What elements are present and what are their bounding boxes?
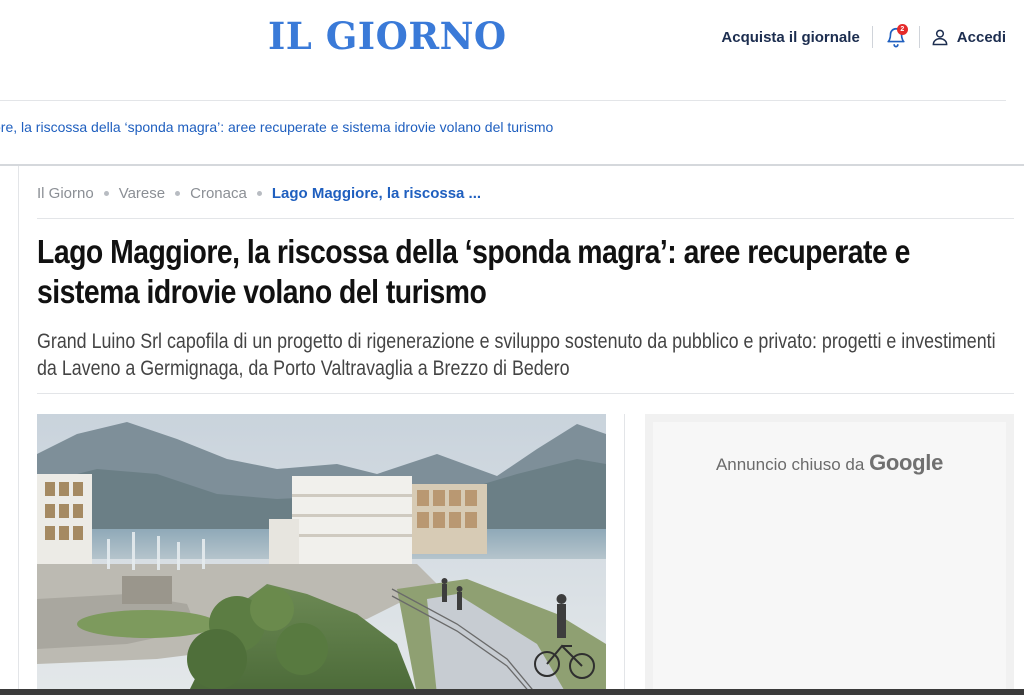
- ticker-divider: [0, 164, 1024, 166]
- notification-badge: 2: [896, 24, 908, 35]
- header-divider: [871, 26, 873, 48]
- breadcrumb-separator: [175, 191, 181, 196]
- breadcrumb-separator: [256, 191, 262, 196]
- article-hero-image[interactable]: [37, 414, 606, 695]
- breadcrumb: Il Giorno Varese Cronaca Lago Maggiore, …: [37, 185, 481, 202]
- bottom-bar: [0, 689, 1024, 695]
- login-label: Accedi: [956, 28, 1006, 46]
- google-logo: Google: [869, 450, 944, 475]
- notifications-button[interactable]: 2: [881, 22, 911, 52]
- article-summary: Grand Luino Srl capofila di un progetto …: [37, 330, 996, 380]
- header-divider: [918, 26, 920, 48]
- lake-rendering-illustration: [37, 414, 606, 695]
- left-rail-line: [18, 166, 19, 695]
- breadcrumb-separator: [103, 191, 109, 196]
- header-actions: Acquista il giornale 2 Accedi: [721, 22, 1006, 52]
- buy-newspaper-link[interactable]: Acquista il giornale: [721, 29, 859, 46]
- ad-slot: Annuncio chiuso da Google: [645, 414, 1014, 695]
- column-divider: [624, 414, 625, 695]
- article-title: Lago Maggiore, la riscossa della ‘sponda…: [37, 233, 910, 310]
- site-header: IL GIORNO Acquista il giornale 2 Accedi: [0, 0, 1024, 100]
- ad-closed-label: Annuncio chiuso da: [715, 455, 865, 474]
- breadcrumb-item-cronaca[interactable]: Cronaca: [190, 185, 247, 202]
- user-icon: [932, 29, 948, 46]
- breadcrumb-divider: [37, 218, 1014, 219]
- ad-closed-message: Annuncio chiuso da Google: [653, 450, 1006, 476]
- ticker-headline-link[interactable]: ore, la riscossa della ‘sponda magra’: a…: [0, 119, 553, 135]
- breadcrumb-item-il-giorno[interactable]: Il Giorno: [37, 185, 94, 202]
- ad-closed-panel: Annuncio chiuso da Google: [653, 422, 1006, 695]
- summary-divider: [37, 393, 1014, 394]
- news-ticker: ore, la riscossa della ‘sponda magra’: a…: [0, 101, 1024, 164]
- login-button[interactable]: Accedi: [930, 27, 1006, 47]
- breadcrumb-current[interactable]: Lago Maggiore, la riscossa ...: [272, 185, 481, 202]
- breadcrumb-item-varese[interactable]: Varese: [119, 185, 165, 202]
- site-logo[interactable]: IL GIORNO: [268, 14, 507, 58]
